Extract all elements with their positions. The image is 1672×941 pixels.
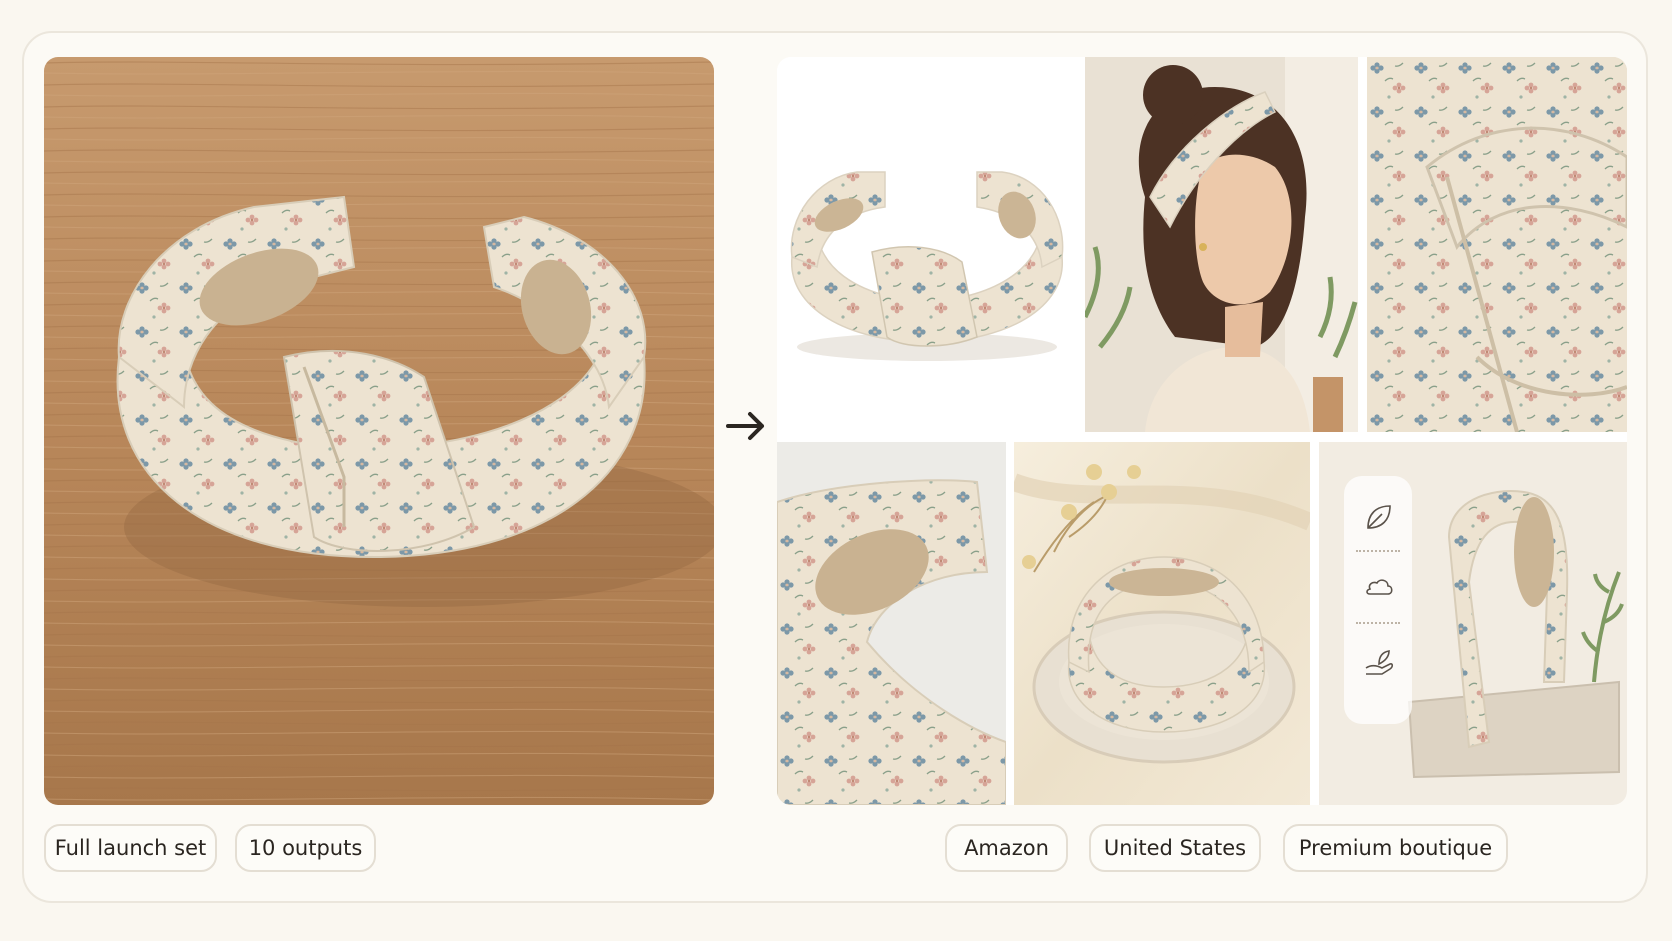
feature-icon-strip	[1344, 476, 1412, 724]
output-image-white-background[interactable]	[777, 57, 1080, 432]
hand-plant-icon	[1365, 650, 1394, 675]
output-image-knot-closeup[interactable]	[1367, 57, 1627, 432]
tag-style[interactable]: Premium boutique	[1283, 824, 1508, 872]
headband-white-bg-image	[777, 57, 1080, 432]
output-image-edge-closeup[interactable]	[777, 442, 1006, 805]
fabric-edge-closeup-image	[777, 442, 1006, 805]
output-image-stone-display[interactable]	[1319, 442, 1627, 805]
arrow-right-icon	[726, 412, 764, 440]
cloud-icon	[1366, 579, 1393, 595]
tag-marketplace[interactable]: Amazon	[945, 824, 1068, 872]
leaf-icon	[1367, 505, 1391, 529]
knot-closeup-image	[1367, 57, 1627, 432]
divider-dots	[1356, 622, 1400, 624]
tag-full-launch-set[interactable]: Full launch set	[44, 824, 217, 872]
divider-dots	[1356, 550, 1400, 552]
hero-product-photo[interactable]	[44, 57, 714, 805]
output-image-ceramic-dish[interactable]	[1014, 442, 1310, 805]
headband-on-table-image	[44, 57, 714, 805]
output-gallery	[777, 57, 1627, 805]
tag-region[interactable]: United States	[1089, 824, 1261, 872]
output-image-model[interactable]	[1085, 57, 1358, 432]
tag-output-count[interactable]: 10 outputs	[235, 824, 376, 872]
headband-on-dish-image	[1014, 442, 1310, 805]
model-wearing-headband-image	[1085, 57, 1358, 432]
